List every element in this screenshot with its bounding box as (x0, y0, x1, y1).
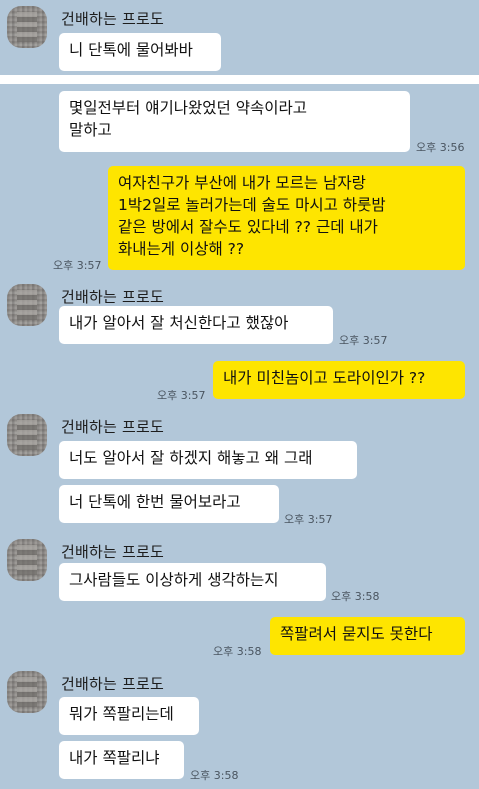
message-time: 오후 3:56 (416, 141, 465, 154)
incoming-message[interactable]: 니 단톡에 물어봐바 (59, 33, 221, 71)
incoming-message[interactable]: 뭐가 쪽팔리는데 (59, 697, 199, 735)
message-time: 오후 3:57 (157, 389, 206, 402)
message-time: 오후 3:58 (331, 590, 380, 603)
sender-name: 건배하는 프로도 (61, 418, 164, 436)
incoming-message[interactable]: 그사람들도 이상하게 생각하는지 (59, 563, 326, 601)
incoming-message[interactable]: 내가 알아서 잘 처신한다고 했잖아 (59, 306, 333, 344)
sender-name: 건배하는 프로도 (61, 10, 164, 28)
friend-avatar[interactable] (7, 539, 47, 581)
sender-name: 건배하는 프로도 (61, 543, 164, 561)
message-time: 오후 3:57 (339, 334, 388, 347)
friend-avatar[interactable] (7, 6, 47, 48)
divider (0, 75, 479, 84)
message-time: 오후 3:57 (284, 513, 333, 526)
message-time: 오후 3:58 (213, 645, 262, 658)
incoming-message[interactable]: 너도 알아서 잘 하겠지 해놓고 왜 그래 (59, 441, 357, 479)
outgoing-message[interactable]: 여자친구가 부산에 내가 모르는 남자랑 1박2일로 놀러가는데 술도 마시고 … (108, 166, 465, 270)
sender-name: 건배하는 프로도 (61, 675, 164, 693)
outgoing-message[interactable]: 쪽팔려서 묻지도 못한다 (270, 617, 465, 655)
message-time: 오후 3:58 (190, 769, 239, 782)
outgoing-message[interactable]: 내가 미친놈이고 도라이인가 ?? (213, 361, 465, 399)
incoming-message[interactable]: 내가 쪽팔리냐 (59, 741, 184, 779)
incoming-message[interactable]: 너 단톡에 한번 물어보라고 (59, 485, 279, 523)
sender-name: 건배하는 프로도 (61, 288, 164, 306)
friend-avatar[interactable] (7, 414, 47, 456)
message-time: 오후 3:57 (53, 259, 102, 272)
friend-avatar[interactable] (7, 671, 47, 713)
friend-avatar[interactable] (7, 284, 47, 326)
incoming-message[interactable]: 몇일전부터 얘기나왔었던 약속이라고 말하고 (59, 91, 410, 152)
